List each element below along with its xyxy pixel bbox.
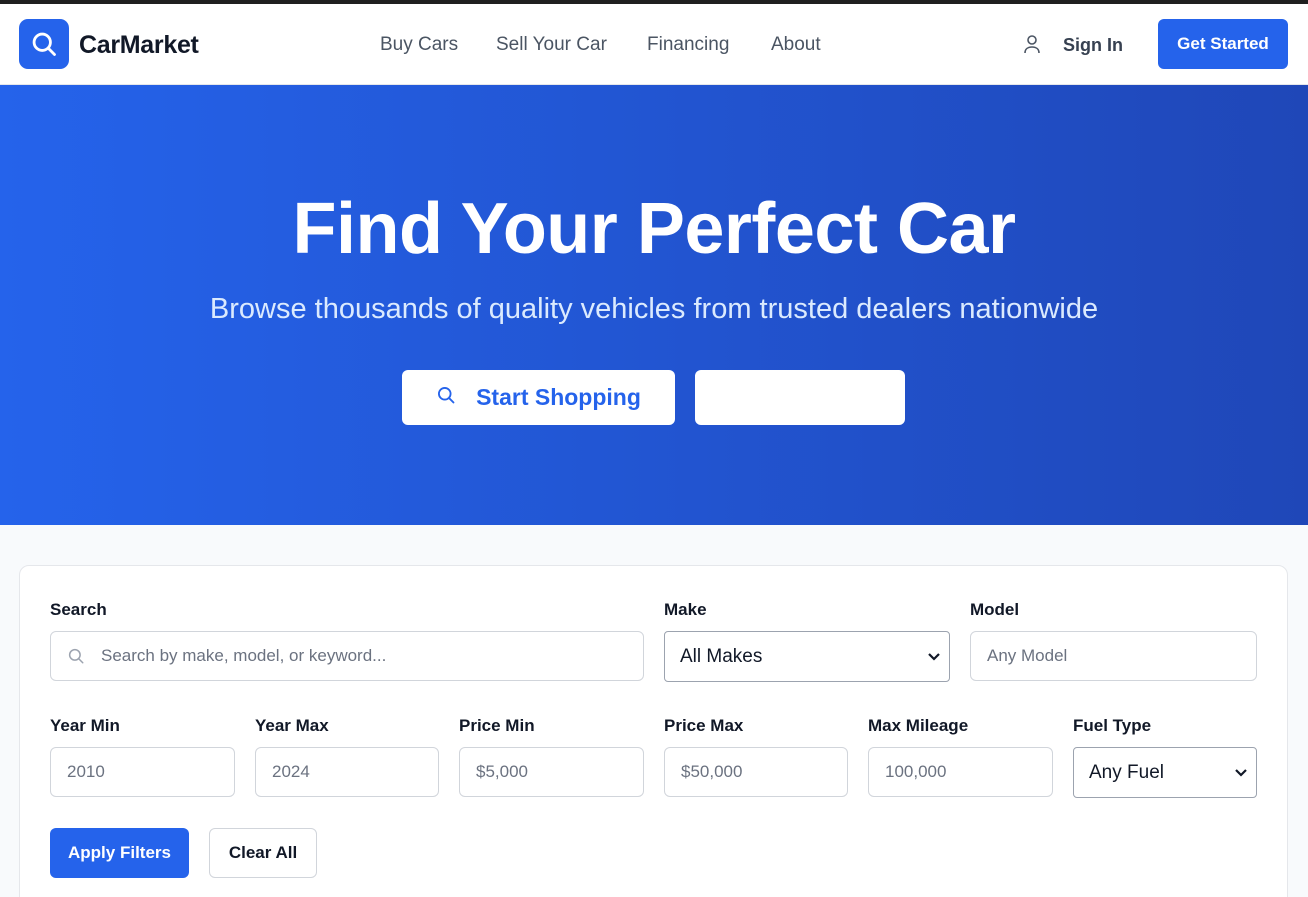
clear-all-button[interactable]: Clear All — [209, 828, 317, 878]
get-started-button[interactable]: Get Started — [1158, 19, 1288, 69]
price-min-label: Price Min — [459, 716, 535, 735]
chevron-down-icon — [1234, 762, 1248, 784]
search-placeholder: Search by make, model, or keyword... — [101, 646, 387, 665]
max-mileage-input[interactable]: 100,000 — [868, 747, 1053, 797]
search-label: Search — [50, 600, 107, 619]
make-label: Make — [664, 600, 707, 619]
model-input[interactable]: Any Model — [970, 631, 1257, 681]
price-min-placeholder: $5,000 — [476, 762, 528, 781]
price-max-placeholder: $50,000 — [681, 762, 743, 781]
sign-in-link[interactable]: Sign In — [1063, 35, 1123, 56]
year-min-placeholder: 2010 — [67, 762, 105, 781]
hero-title: Find Your Perfect Car — [292, 189, 1017, 269]
model-label: Model — [970, 600, 1020, 619]
brand-name[interactable]: CarMarket — [79, 31, 199, 60]
nav-sell-your-car[interactable]: Sell Your Car — [496, 34, 607, 56]
start-shopping-label: Start Shopping — [476, 384, 641, 410]
logo-search-icon[interactable] — [19, 19, 69, 69]
fuel-type-label: Fuel Type — [1073, 716, 1152, 735]
user-icon[interactable] — [1022, 33, 1042, 60]
nav-financing[interactable]: Financing — [647, 34, 729, 56]
year-min-label: Year Min — [50, 716, 120, 735]
price-max-input[interactable]: $50,000 — [664, 747, 848, 797]
hero-section: Find Your Perfect Car Browse thousands o… — [0, 85, 1308, 525]
model-placeholder: Any Model — [987, 646, 1068, 665]
make-value: All Makes — [680, 645, 763, 667]
apply-filters-button[interactable]: Apply Filters — [50, 828, 189, 878]
search-icon — [436, 384, 456, 411]
start-shopping-button[interactable]: Start Shopping — [402, 370, 675, 425]
make-select[interactable]: All Makes — [664, 631, 950, 682]
fuel-type-select[interactable]: Any Fuel — [1073, 747, 1257, 798]
year-max-placeholder: 2024 — [272, 762, 310, 781]
site-header: CarMarket Buy Cars Sell Your Car Financi… — [0, 4, 1308, 85]
search-icon — [67, 647, 85, 665]
hero-subtitle: Browse thousands of quality vehicles fro… — [209, 293, 1099, 325]
nav-buy-cars[interactable]: Buy Cars — [380, 34, 458, 56]
chevron-down-icon — [927, 646, 941, 668]
price-max-label: Price Max — [664, 716, 744, 735]
secondary-hero-button[interactable] — [695, 370, 905, 425]
nav-about[interactable]: About — [771, 34, 821, 56]
search-input[interactable]: Search by make, model, or keyword... — [50, 631, 644, 681]
year-max-input[interactable]: 2024 — [255, 747, 439, 797]
year-max-label: Year Max — [255, 716, 329, 735]
price-min-input[interactable]: $5,000 — [459, 747, 644, 797]
fuel-type-value: Any Fuel — [1089, 761, 1164, 783]
max-mileage-placeholder: 100,000 — [885, 762, 947, 781]
max-mileage-label: Max Mileage — [868, 716, 969, 735]
year-min-input[interactable]: 2010 — [50, 747, 235, 797]
